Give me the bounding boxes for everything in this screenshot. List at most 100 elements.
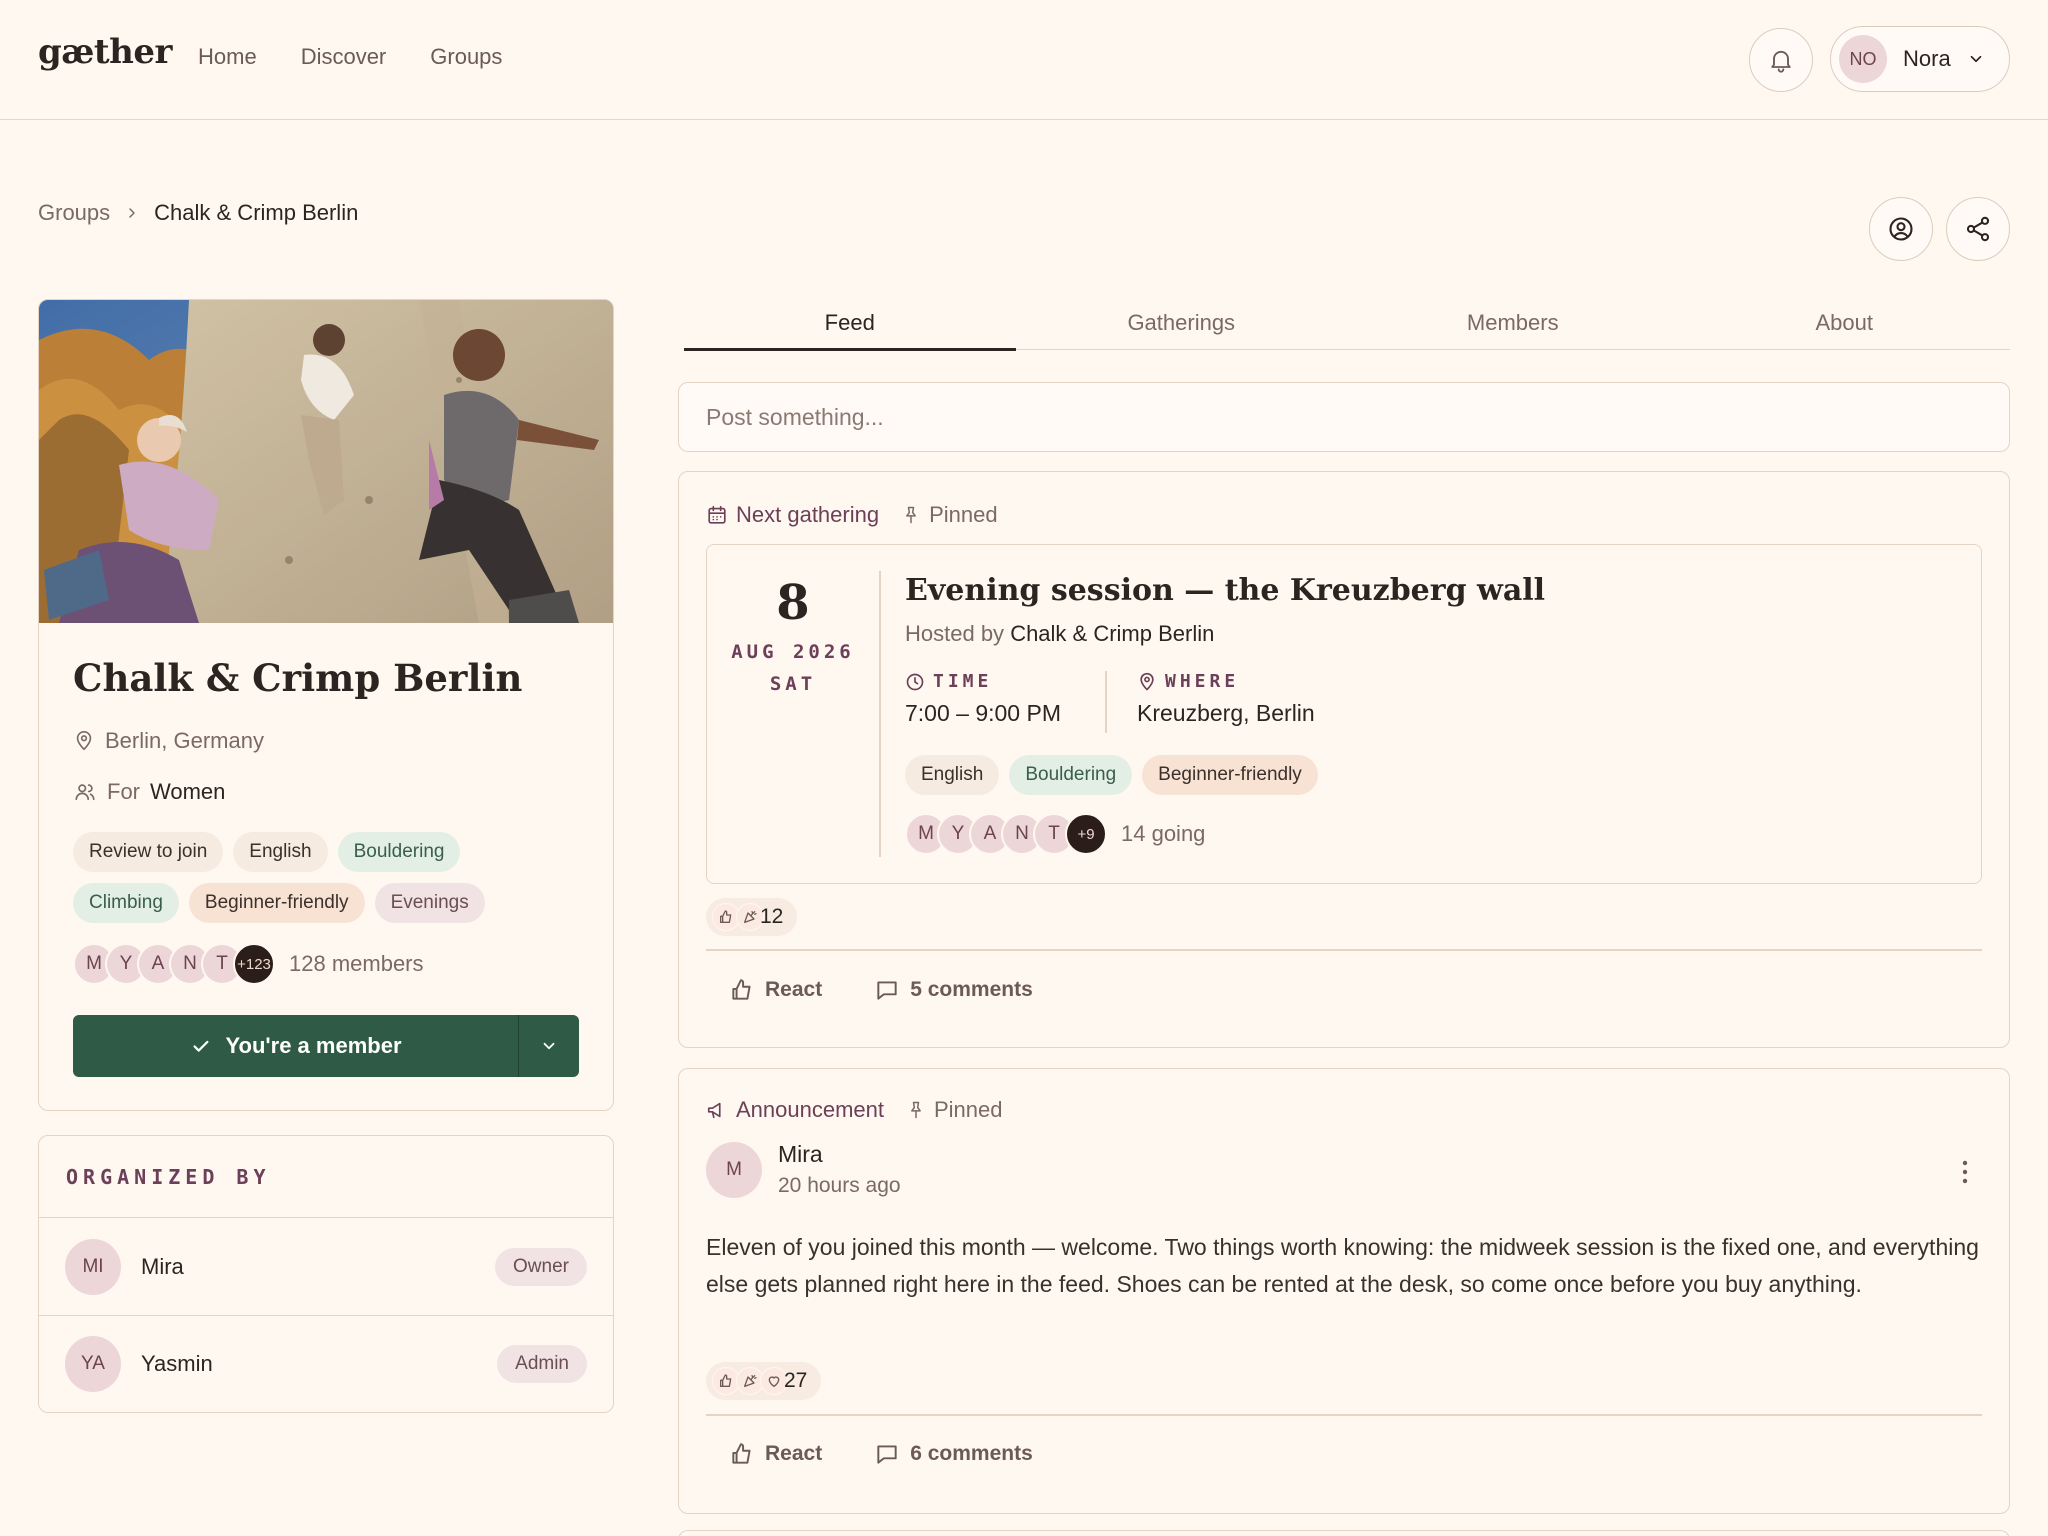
group-name: Chalk & Crimp Berlin (73, 656, 523, 700)
users-icon (75, 784, 95, 801)
audience-label: For (107, 779, 140, 804)
breadcrumb-groups-link[interactable]: Groups (38, 200, 110, 226)
pinned-label: Pinned (934, 1097, 1003, 1122)
audience-value: Women (150, 779, 226, 804)
membership-button-label: You're a member (225, 1033, 402, 1058)
post-divider (706, 1414, 1982, 1416)
post-body: Eleven of you joined this month — welcom… (706, 1234, 1979, 1297)
tag-climbing: Climbing (73, 883, 179, 923)
profile-view-button[interactable] (1869, 197, 1933, 261)
field-divider (1105, 671, 1107, 733)
breadcrumb: Groups Chalk & Crimp Berlin (38, 200, 358, 226)
attendee-overflow-count: +9 (1065, 813, 1107, 855)
next-post-edge (678, 1530, 2010, 1536)
tag-evenings: Evenings (374, 883, 485, 923)
tag-english: English (233, 832, 328, 872)
nav-home-link[interactable]: Home (198, 44, 257, 70)
pin-icon (911, 1101, 921, 1119)
host-name: Chalk & Crimp Berlin (1010, 621, 1215, 646)
reaction-summary[interactable]: 12 (706, 898, 798, 936)
members-summary[interactable]: M Y A N T +123 128 members (73, 943, 424, 985)
event-date: 8 AUG 2026 SAT (707, 571, 879, 695)
tag-beginner-friendly: Beginner-friendly (188, 883, 365, 923)
comments-label: 6 comments (910, 1442, 1033, 1465)
going-count: 14 going (1121, 821, 1206, 846)
member-overflow-count: +123 (233, 943, 275, 985)
comments-button[interactable]: 5 comments (874, 977, 1033, 1003)
post-author[interactable]: M Mira 20 hours ago (706, 1141, 901, 1198)
nav-groups-link[interactable]: Groups (430, 44, 502, 70)
organizer-row[interactable]: MI Mira Owner (39, 1218, 613, 1315)
member-count: 128 members (289, 951, 424, 976)
breadcrumb-current: Chalk & Crimp Berlin (154, 200, 359, 225)
membership-button[interactable]: You're a member (73, 1015, 519, 1077)
react-button[interactable]: React (729, 977, 822, 1003)
author-avatar: M (706, 1141, 762, 1198)
post-composer-input[interactable]: Post something... (678, 382, 2010, 452)
where-label-text: WHERE (1165, 671, 1240, 692)
react-label: React (765, 1442, 823, 1465)
check-icon (192, 1040, 209, 1052)
organizer-row[interactable]: YA Yasmin Admin (39, 1315, 613, 1412)
event-host: Hosted by Chalk & Crimp Berlin (905, 621, 1214, 647)
user-avatar: NO (1839, 35, 1887, 83)
map-pin-icon (76, 731, 92, 751)
reaction-count: 27 (784, 1369, 808, 1392)
membership-dropdown-button[interactable] (519, 1015, 579, 1077)
tab-about[interactable]: About (1679, 306, 2011, 349)
role-badge: Admin (497, 1345, 587, 1383)
nav-discover-link[interactable]: Discover (301, 44, 387, 70)
tab-feed[interactable]: Feed (684, 306, 1016, 351)
post-label: Next gathering Pinned (706, 502, 998, 528)
membership-button-group: You're a member (73, 1015, 579, 1077)
comment-icon (877, 981, 897, 1000)
organizer-name: Yasmin (141, 1351, 213, 1376)
comments-label: 5 comments (910, 978, 1033, 1001)
organizer-avatar: YA (65, 1336, 121, 1392)
comment-icon (877, 1445, 897, 1464)
calendar-icon (708, 505, 726, 524)
chevron-down-icon (543, 1042, 555, 1050)
post-divider (706, 949, 1982, 951)
share-button[interactable] (1946, 197, 2010, 261)
group-cover-photo (39, 300, 613, 623)
thumbs-up-icon (732, 979, 751, 1000)
post-actions: React 6 comments (729, 1441, 1033, 1467)
post-type-label: Next gathering (736, 502, 880, 527)
pinned-indicator: Pinned (901, 502, 998, 528)
tab-gatherings[interactable]: Gatherings (1016, 306, 1348, 349)
tag-bouldering: Bouldering (1009, 755, 1133, 795)
clock-icon (906, 673, 924, 690)
tab-members[interactable]: Members (1347, 306, 1679, 349)
attendees-summary[interactable]: M Y A N T +9 14 going (905, 813, 1205, 855)
event-card[interactable]: 8 AUG 2026 SAT Evening session — the Kre… (706, 544, 1982, 884)
event-day: 8 (776, 575, 810, 631)
time-label-text: TIME (933, 671, 993, 692)
comments-button[interactable]: 6 comments (874, 1441, 1033, 1467)
more-vertical-icon (1962, 1160, 1968, 1184)
author-info: Mira 20 hours ago (778, 1141, 901, 1198)
top-nav: gæther Home Discover Groups NO Nora (0, 0, 2048, 120)
post-menu-button[interactable] (1959, 1159, 1971, 1190)
react-button[interactable]: React (729, 1441, 822, 1467)
pin-icon (906, 506, 917, 524)
group-tags-row-1: Review to join English Bouldering (73, 832, 461, 872)
event-title[interactable]: Evening session — the Kreuzberg wall (905, 573, 1545, 608)
reaction-summary[interactable]: 27 (706, 1362, 822, 1400)
where-label: WHERE (1137, 671, 1315, 692)
post-actions: React 5 comments (729, 977, 1033, 1003)
pinned-indicator: Pinned (906, 1097, 1003, 1123)
share-icon (1966, 216, 1990, 242)
event-time: TIME 7:00 – 9:00 PM (905, 671, 1061, 727)
where-value: Kreuzberg, Berlin (1137, 700, 1315, 726)
organizers-card: ORGANIZED BY MI Mira Owner YA Yasmin Adm… (38, 1135, 614, 1413)
announcement-post: Announcement Pinned M Mira 20 hours ago … (678, 1068, 2010, 1514)
notifications-button[interactable] (1749, 28, 1813, 92)
chevron-down-icon (1970, 55, 1982, 63)
post-timestamp: 20 hours ago (778, 1174, 901, 1197)
hosted-by-label: Hosted by (905, 621, 1005, 646)
tag-beginner-friendly: Beginner-friendly (1142, 755, 1318, 795)
user-menu-button[interactable]: NO Nora (1830, 26, 2010, 92)
group-tabs: Feed Gatherings Members About (684, 306, 2011, 351)
app-logo[interactable]: gæther (38, 32, 172, 72)
